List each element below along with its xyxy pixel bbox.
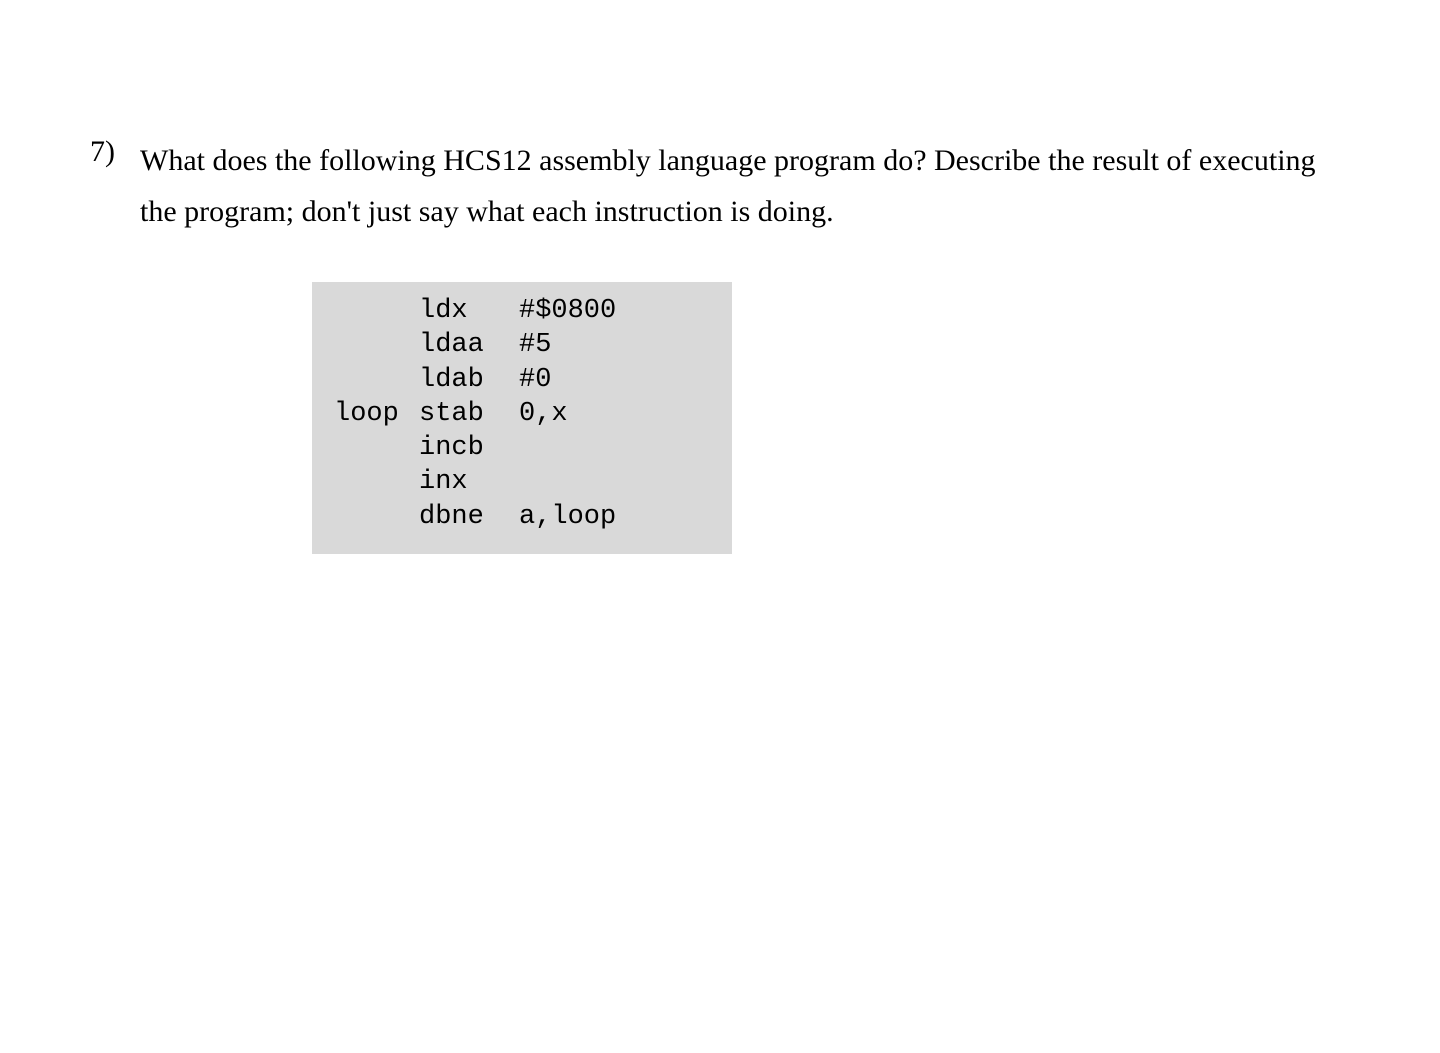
code-mnemonic: ldab bbox=[419, 363, 519, 397]
code-line: dbne a,loop bbox=[312, 500, 732, 534]
code-label bbox=[312, 363, 419, 397]
code-mnemonic: incb bbox=[419, 431, 519, 465]
code-line: loop stab 0,x bbox=[312, 397, 732, 431]
code-operand bbox=[519, 465, 732, 499]
question-number: 7) bbox=[90, 135, 140, 169]
code-label bbox=[312, 294, 419, 328]
code-mnemonic: ldaa bbox=[419, 328, 519, 362]
code-line: ldx #$0800 bbox=[312, 294, 732, 328]
code-mnemonic: stab bbox=[419, 397, 519, 431]
code-operand: #5 bbox=[519, 328, 732, 362]
code-line: ldab #0 bbox=[312, 363, 732, 397]
code-line: inx bbox=[312, 465, 732, 499]
question-container: 7) What does the following HCS12 assembl… bbox=[90, 135, 1350, 554]
code-label bbox=[312, 431, 419, 465]
code-operand: a,loop bbox=[519, 500, 732, 534]
code-operand: 0,x bbox=[519, 397, 732, 431]
code-mnemonic: inx bbox=[419, 465, 519, 499]
question-row: 7) What does the following HCS12 assembl… bbox=[90, 135, 1350, 237]
code-line: ldaa #5 bbox=[312, 328, 732, 362]
code-operand: #0 bbox=[519, 363, 732, 397]
code-operand: #$0800 bbox=[519, 294, 732, 328]
code-label bbox=[312, 328, 419, 362]
question-text: What does the following HCS12 assembly l… bbox=[140, 135, 1350, 237]
code-block: ldx #$0800 ldaa #5 ldab #0 loop stab 0,x… bbox=[312, 282, 732, 554]
code-line: incb bbox=[312, 431, 732, 465]
code-label bbox=[312, 500, 419, 534]
code-label bbox=[312, 465, 419, 499]
code-mnemonic: ldx bbox=[419, 294, 519, 328]
code-operand bbox=[519, 431, 732, 465]
code-label: loop bbox=[312, 397, 419, 431]
code-mnemonic: dbne bbox=[419, 500, 519, 534]
